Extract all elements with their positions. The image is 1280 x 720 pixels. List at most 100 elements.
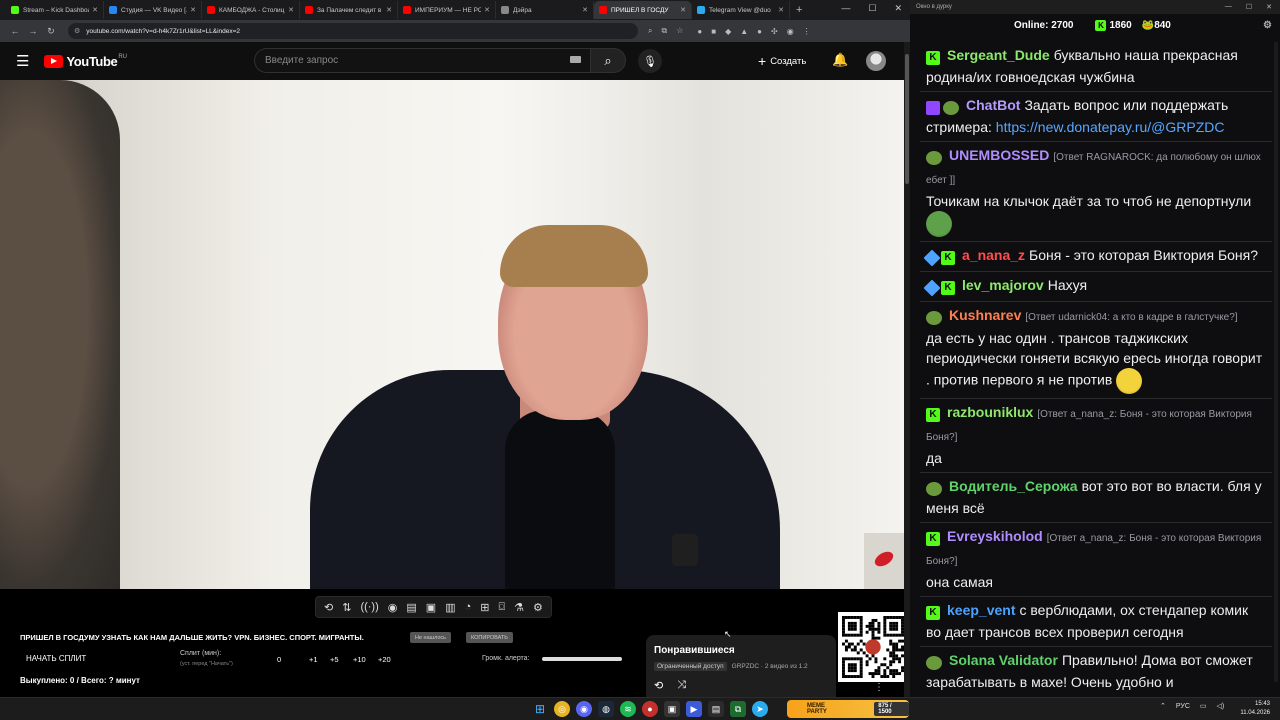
- hamburger-menu-icon[interactable]: ☰: [16, 52, 29, 70]
- reply-reference[interactable]: [Ответ udarnick04: а кто в кадре в галст…: [1025, 312, 1237, 323]
- extension-icon[interactable]: ●: [697, 27, 702, 36]
- zoom-icon[interactable]: ⌕: [648, 26, 652, 36]
- extensions-puzzle-icon[interactable]: ✣: [771, 27, 778, 36]
- tab-close-icon[interactable]: ✕: [484, 6, 490, 14]
- notifications-bell-icon[interactable]: 🔔: [832, 52, 848, 68]
- browser-tab[interactable]: КАМБОДЖА - Столиц ✕: [202, 1, 300, 19]
- meme-party-widget[interactable]: MEME PARTY 875 / 1500: [787, 700, 909, 718]
- browser-tab[interactable]: Telegram View @duo ✕: [692, 1, 790, 19]
- extension-icon[interactable]: ●: [757, 27, 762, 36]
- tray-chevron-icon[interactable]: ⌃: [1160, 702, 1166, 710]
- discord-icon[interactable]: ◉: [576, 701, 592, 717]
- chat-username[interactable]: Solana Validator: [949, 652, 1058, 668]
- shuffle-icon[interactable]: ⤨: [677, 679, 686, 692]
- split-value-button[interactable]: +5: [330, 655, 339, 664]
- keyboard-icon[interactable]: [570, 56, 581, 63]
- steam-icon[interactable]: ◍: [598, 701, 614, 717]
- chat-username[interactable]: lev_majorov: [962, 277, 1044, 293]
- site-info-icon[interactable]: ⚙: [74, 27, 80, 35]
- chat-username[interactable]: ChatBot: [966, 97, 1020, 113]
- search-button[interactable]: ⌕: [590, 48, 626, 73]
- donation-link[interactable]: https://new.donatepay.ru/@GRPZDC: [996, 119, 1225, 135]
- browser-tab[interactable]: Stream – Kick Dashboa ✕: [6, 1, 104, 19]
- chat-username[interactable]: Kushnarev: [949, 307, 1021, 323]
- tab-close-icon[interactable]: ✕: [288, 6, 294, 14]
- status-chip[interactable]: Не нашлось: [410, 632, 452, 643]
- repeat-icon[interactable]: ⟲: [654, 679, 663, 692]
- chat-username[interactable]: Водитель_Серожа: [949, 478, 1078, 494]
- split-value-button[interactable]: +20: [378, 655, 391, 664]
- chat-username[interactable]: keep_vent: [947, 602, 1015, 618]
- split-value-button[interactable]: +1: [309, 655, 318, 664]
- install-icon[interactable]: ⧉: [661, 26, 667, 36]
- create-button[interactable]: + Создать: [758, 51, 806, 71]
- media-player-icon[interactable]: ▶: [686, 701, 702, 717]
- copy-chip[interactable]: КОПИРОВАТЬ: [466, 632, 513, 643]
- obs-icon[interactable]: ●: [642, 701, 658, 717]
- browser-tab[interactable]: За Палачем следит в р ✕: [300, 1, 398, 19]
- close-icon[interactable]: ✕: [1266, 3, 1272, 11]
- volume-icon[interactable]: ◁): [1217, 702, 1225, 710]
- youtube-logo[interactable]: YouTube RU: [44, 54, 127, 69]
- network-icon[interactable]: ▭: [1200, 702, 1207, 710]
- extension-icon[interactable]: ◆: [725, 27, 731, 36]
- start-menu-icon[interactable]: ⊞: [532, 701, 548, 717]
- alert-volume-slider[interactable]: [542, 657, 622, 661]
- search-input[interactable]: Введите запрос: [254, 48, 590, 73]
- clapper-icon[interactable]: ▤: [406, 601, 416, 614]
- app-icon[interactable]: ▤: [708, 701, 724, 717]
- browser-tab[interactable]: Дэйра ✕: [496, 1, 594, 19]
- chat-username[interactable]: razbouniklux: [947, 404, 1033, 420]
- bookmark-star-icon[interactable]: ☆: [676, 26, 683, 36]
- tab-close-icon[interactable]: ✕: [92, 6, 98, 14]
- chat-username[interactable]: Sergeant_Dude: [947, 47, 1050, 63]
- browser-menu-icon[interactable]: ⋮: [803, 27, 811, 36]
- start-split-button[interactable]: НАЧАТЬ СПЛИТ: [26, 654, 86, 663]
- spotify-icon[interactable]: ≋: [620, 701, 636, 717]
- back-icon[interactable]: ←: [6, 26, 24, 36]
- reload-icon[interactable]: ↻: [42, 26, 60, 37]
- tab-close-icon[interactable]: ✕: [778, 6, 784, 14]
- chrome-icon[interactable]: ◎: [554, 701, 570, 717]
- minimize-icon[interactable]: —: [841, 3, 850, 14]
- chat-username[interactable]: Evreyskiholod: [947, 528, 1043, 544]
- taskbar-clock[interactable]: 15:43 11.04.2026: [1240, 700, 1270, 718]
- scrollbar-thumb[interactable]: [905, 54, 909, 184]
- browser-tab[interactable]: Студия — VK Видео [...] ✕: [104, 1, 202, 19]
- language-indicator[interactable]: РУС: [1176, 703, 1190, 710]
- browser-tab[interactable]: ИМПЕРИУМ — НЕ РО ✕: [398, 1, 496, 19]
- liked-playlist-card[interactable]: Понравившиеся Ограниченный доступ GRPZDC…: [646, 635, 836, 697]
- loop-icon[interactable]: ⟲: [324, 601, 333, 614]
- sort-icon[interactable]: ⇅: [342, 601, 351, 614]
- split-value-button[interactable]: +10: [353, 655, 366, 664]
- extension-icon[interactable]: ■: [711, 27, 716, 36]
- maximize-icon[interactable]: ☐: [868, 3, 876, 14]
- video-player[interactable]: [0, 80, 904, 589]
- new-tab-button[interactable]: +: [796, 4, 802, 16]
- forward-icon[interactable]: →: [24, 26, 42, 36]
- picture-icon[interactable]: ▣: [426, 601, 436, 614]
- subtitles-icon[interactable]: ▥: [445, 601, 455, 614]
- url-field[interactable]: ⚙ youtube.com/watch?v=d-h4k7Zr1rU&list=L…: [68, 23, 638, 39]
- minimize-icon[interactable]: —: [1225, 3, 1232, 11]
- speed-icon[interactable]: ◔: [465, 601, 472, 613]
- chat-settings-icon[interactable]: ⚙: [1263, 20, 1272, 31]
- settings-gear-icon[interactable]: ⚙: [533, 601, 543, 614]
- close-icon[interactable]: ✕: [894, 3, 902, 14]
- split-value-button[interactable]: 0: [277, 655, 281, 664]
- watch-icon[interactable]: ◉: [388, 601, 398, 614]
- chat-username[interactable]: a_nana_z: [962, 247, 1025, 263]
- app-icon[interactable]: ▣: [664, 701, 680, 717]
- profile-icon[interactable]: ◉: [787, 27, 794, 36]
- voice-search-button[interactable]: 🎙: [638, 49, 662, 73]
- browser-tab[interactable]: ПРИШЕЛ В ГОСДУ ✕: [594, 1, 692, 19]
- tab-close-icon[interactable]: ✕: [386, 6, 392, 14]
- tab-close-icon[interactable]: ✕: [190, 6, 196, 14]
- tab-close-icon[interactable]: ✕: [582, 6, 588, 14]
- flask-icon[interactable]: ⚗: [514, 601, 524, 614]
- tab-close-icon[interactable]: ✕: [680, 6, 686, 14]
- task-manager-icon[interactable]: ⧉: [730, 701, 746, 717]
- avatar[interactable]: [866, 51, 886, 71]
- camera-icon[interactable]: ⌼: [498, 601, 505, 614]
- chat-username[interactable]: UNEMBOSSED: [949, 147, 1049, 163]
